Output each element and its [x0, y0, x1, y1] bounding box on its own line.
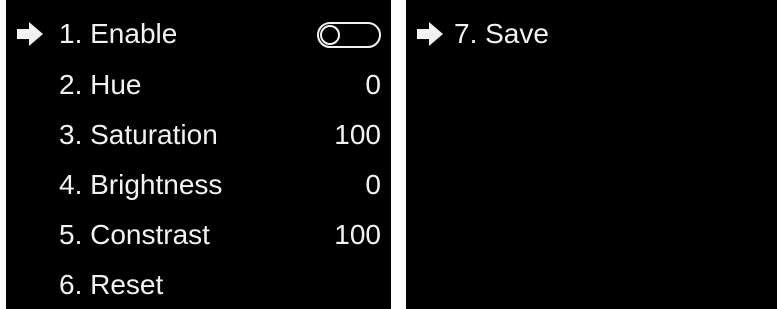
contrast-value: 100 [334, 219, 381, 250]
toggle-knob [320, 25, 340, 45]
menu-item-label: 2. Hue [59, 69, 142, 100]
menu-item-label: 5. Constrast [59, 219, 210, 250]
menu-item-label: 4. Brightness [59, 169, 223, 200]
menu-item-label: 6. Reset [59, 269, 164, 300]
osd-menu-panel-right: 7. Save [406, 0, 777, 309]
menu-item-brightness[interactable]: 4. Brightness 0 [6, 161, 391, 209]
right-arrow-icon [17, 22, 43, 46]
saturation-value: 100 [334, 119, 381, 150]
osd-menu-panel-left: 1. Enable 2. Hue 0 3. Saturation 100 4. … [6, 0, 391, 309]
menu-item-save[interactable]: 7. Save [406, 10, 777, 58]
menu-item-label: 7. Save [454, 18, 549, 49]
menu-item-saturation[interactable]: 3. Saturation 100 [6, 111, 391, 159]
menu-item-contrast[interactable]: 5. Constrast 100 [6, 211, 391, 259]
brightness-value: 0 [365, 169, 381, 200]
hue-value: 0 [365, 69, 381, 100]
menu-item-hue[interactable]: 2. Hue 0 [6, 61, 391, 109]
menu-item-reset[interactable]: 6. Reset [6, 261, 391, 309]
enable-toggle[interactable] [317, 22, 381, 48]
right-arrow-icon [417, 22, 443, 46]
menu-item-label: 1. Enable [59, 18, 178, 49]
menu-item-enable[interactable]: 1. Enable [6, 10, 391, 58]
menu-item-label: 3. Saturation [59, 119, 218, 150]
